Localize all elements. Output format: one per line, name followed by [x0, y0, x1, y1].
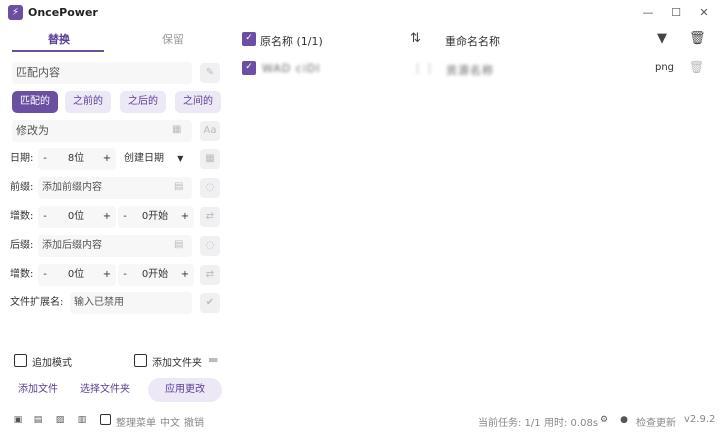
date-minus-button[interactable]: - [38, 148, 52, 170]
row-separator: ⋮⋮ [412, 62, 436, 75]
swap-icon[interactable]: ⇄ [200, 207, 220, 227]
github-icon[interactable]: ● [618, 414, 630, 426]
refresh-icon[interactable]: ◌ [200, 178, 220, 198]
extension-label: 文件扩展名: [10, 297, 64, 308]
date-type-select[interactable]: 创建日期 ▼ [124, 148, 183, 170]
date-label: 日期: [10, 153, 34, 164]
prefix-start-stepper[interactable]: -0开始 + [118, 206, 194, 228]
add-file-button[interactable]: 添加文件 [18, 379, 58, 401]
select-folder-button[interactable]: 选择文件夹 [80, 379, 130, 401]
check-update-button[interactable]: 检查更新 [636, 414, 676, 429]
tab-keep[interactable]: 保留 [126, 30, 220, 50]
confirm-check-icon[interactable]: ✔ [200, 293, 220, 313]
date-digits-value: 8位 [67, 153, 85, 164]
image-icon[interactable]: ▨ [54, 414, 66, 426]
prefix-digits-minus-button[interactable]: - [38, 206, 52, 228]
row-delete-icon[interactable]: 🗑 [689, 60, 704, 74]
select-all-checkbox[interactable]: ✓ [242, 32, 256, 46]
calendar-icon[interactable]: ▦ [172, 124, 181, 135]
append-mode-label: 追加模式 [32, 358, 72, 369]
sort-icon[interactable]: ⇅ [410, 31, 421, 46]
title-bar: ⚡ OncePower — ☐ ✕ [0, 0, 720, 26]
suffix-file-icon[interactable]: ▤ [174, 239, 183, 250]
font-case-icon[interactable]: Aa [200, 121, 220, 141]
prefix-start-minus-button[interactable]: - [118, 206, 132, 228]
maximize-button[interactable]: ☐ [668, 5, 684, 21]
suffix-refresh-icon[interactable]: ◌ [200, 236, 220, 256]
current-task-status: 当前任务: 1/1 [478, 418, 541, 429]
language-button[interactable]: 中文 [160, 414, 180, 429]
suffix-digits-value: 0位 [67, 269, 85, 280]
prefix-digits-stepper[interactable]: - 0位 + [38, 206, 116, 228]
file-icon[interactable]: ▤ [174, 181, 183, 192]
version-label: v2.9.2 [684, 414, 716, 425]
apply-changes-button[interactable]: 应用更改 [148, 378, 222, 402]
suffix-input[interactable]: 添加后缀内容 [38, 235, 192, 257]
row-extension: png [655, 62, 675, 73]
table-row[interactable]: ✓ WAD ciDI ⋮⋮ 资源名称 png 🗑 [236, 58, 712, 80]
folder-icon: ▬ [208, 353, 219, 366]
add-folder-label: 添加文件夹 [152, 358, 202, 369]
mode-matched-button[interactable]: 匹配的 [12, 91, 58, 113]
minimize-button[interactable]: — [640, 5, 656, 21]
suffix-start-plus-button[interactable]: + [178, 264, 192, 286]
undo-button[interactable]: 撤销 [184, 414, 204, 429]
mode-before-button[interactable]: 之前的 [65, 91, 111, 113]
app-title: OncePower [28, 6, 98, 19]
clipboard-icon[interactable]: ▥ [76, 414, 88, 426]
prefix-digits-plus-button[interactable]: + [100, 206, 114, 228]
suffix-start-value: 0开始 [141, 269, 169, 280]
delete-all-icon[interactable]: 🗑 [689, 31, 706, 46]
time-used-status: 用时: 0.08s [544, 418, 599, 429]
organize-menu-checkbox[interactable] [100, 414, 111, 425]
settings-icon[interactable]: ⚙ [598, 414, 610, 426]
original-name-header: 原名称 (1/1) [260, 35, 323, 48]
chevron-down-icon: ▼ [177, 154, 184, 163]
extension-input[interactable]: 输入已禁用 [70, 292, 192, 314]
date-calendar-icon[interactable]: ▦ [200, 149, 220, 169]
prefix-input[interactable]: 添加前缀内容 [38, 177, 192, 199]
suffix-digits-minus-button[interactable]: - [38, 264, 52, 286]
mode-after-button[interactable]: 之后的 [120, 91, 166, 113]
suffix-swap-icon[interactable]: ⇄ [200, 265, 220, 285]
renamed-name-header: 重命名名称 [445, 35, 500, 48]
app-logo-icon: ⚡ [8, 5, 23, 20]
mode-between-button[interactable]: 之间的 [175, 91, 221, 113]
suffix-digits-plus-button[interactable]: + [100, 264, 114, 286]
row-checkbox[interactable]: ✓ [242, 61, 256, 75]
filter-icon[interactable]: ▼ [657, 31, 667, 46]
suffix-start-minus-button[interactable]: - [118, 264, 132, 286]
date-plus-button[interactable]: + [100, 148, 114, 170]
row-original-name: WAD ciDI [262, 62, 321, 75]
prefix-start-plus-button[interactable]: + [178, 206, 192, 228]
save-icon[interactable]: ▣ [12, 414, 24, 426]
append-mode-checkbox[interactable] [14, 354, 27, 367]
prefix-start-value: 0开始 [141, 211, 169, 222]
organize-menu-label: 整理菜单 [116, 418, 156, 429]
prefix-increment-label: 增数: [10, 211, 34, 222]
date-type-value: 创建日期 [124, 153, 164, 164]
modify-to-input[interactable]: 修改为 [12, 120, 192, 142]
prefix-digits-value: 0位 [67, 211, 85, 222]
suffix-start-stepper[interactable]: -0开始 + [118, 264, 194, 286]
date-digits-stepper[interactable]: - 8位 + [38, 148, 116, 170]
match-content-input[interactable]: 匹配内容 [12, 62, 192, 84]
active-tab-indicator [12, 50, 104, 52]
document-icon[interactable]: ▤ [32, 414, 44, 426]
suffix-label: 后缀: [10, 240, 34, 251]
close-button[interactable]: ✕ [696, 5, 712, 21]
add-folder-checkbox[interactable] [134, 354, 147, 367]
row-renamed-name: 资源名称 [446, 64, 494, 77]
tab-replace[interactable]: 替换 [12, 30, 106, 50]
suffix-increment-label: 增数: [10, 269, 34, 280]
prefix-label: 前缀: [10, 182, 34, 193]
eraser-icon[interactable]: ✎ [200, 63, 220, 83]
suffix-digits-stepper[interactable]: - 0位 + [38, 264, 116, 286]
